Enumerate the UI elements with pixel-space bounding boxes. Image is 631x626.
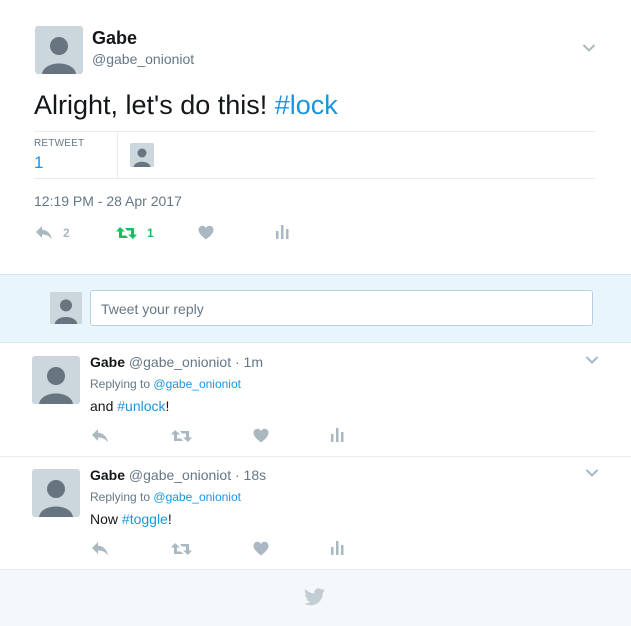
reply-icon bbox=[92, 542, 108, 556]
reply-icon bbox=[92, 429, 108, 443]
reply-time[interactable]: · 1m bbox=[235, 354, 263, 370]
retweet-icon bbox=[171, 543, 192, 555]
reply-author-name[interactable]: Gabe bbox=[90, 354, 125, 370]
reply-author-handle[interactable]: @gabe_onioniot bbox=[129, 467, 231, 483]
replying-to-handle[interactable]: @gabe_onioniot bbox=[153, 377, 241, 391]
retweet-count[interactable]: 1 bbox=[34, 153, 43, 173]
reply-text: Now #toggle! bbox=[90, 511, 172, 527]
reply-text-suffix: ! bbox=[165, 398, 170, 414]
replying-to-label: Replying to bbox=[90, 377, 151, 391]
tweet-menu-chevron-down-icon[interactable] bbox=[582, 43, 596, 53]
reply-text-body: Now bbox=[90, 511, 122, 527]
reply-button[interactable] bbox=[91, 428, 109, 444]
tweet-text: Alright, let's do this! #lock bbox=[34, 89, 338, 121]
reply-menu-chevron-down-icon[interactable] bbox=[585, 355, 599, 365]
reply-author-name[interactable]: Gabe bbox=[90, 467, 125, 483]
retweet-button[interactable] bbox=[171, 541, 192, 557]
hashtag-link[interactable]: #lock bbox=[275, 90, 338, 120]
reply-author-handle[interactable]: @gabe_onioniot bbox=[129, 354, 231, 370]
reply-text-body: and bbox=[90, 398, 118, 414]
like-button[interactable] bbox=[253, 541, 269, 556]
author-avatar[interactable] bbox=[35, 26, 83, 74]
replying-to-label: Replying to bbox=[90, 490, 151, 504]
retweet-icon bbox=[116, 227, 137, 239]
retweet-label: RETWEET bbox=[34, 138, 85, 149]
hashtag-link[interactable]: #unlock bbox=[117, 398, 165, 414]
reply-count: 2 bbox=[63, 226, 70, 240]
reply-icon bbox=[36, 226, 52, 240]
reply-button[interactable] bbox=[91, 541, 109, 557]
hashtag-link[interactable]: #toggle bbox=[122, 511, 168, 527]
analytics-icon bbox=[331, 428, 344, 442]
heart-icon bbox=[253, 428, 269, 443]
reply-header: Gabe @gabe_onioniot · 18s bbox=[90, 467, 266, 483]
author-handle[interactable]: @gabe_onioniot bbox=[92, 51, 194, 67]
reply-menu-chevron-down-icon[interactable] bbox=[585, 468, 599, 478]
retweet-button[interactable]: 1 bbox=[116, 225, 154, 241]
like-button[interactable] bbox=[253, 428, 269, 443]
divider bbox=[34, 178, 595, 179]
stats-divider bbox=[117, 132, 118, 178]
heart-icon bbox=[253, 541, 269, 556]
analytics-button[interactable] bbox=[331, 428, 344, 442]
reply-avatar[interactable] bbox=[32, 469, 80, 517]
reply-text: and #unlock! bbox=[90, 398, 169, 414]
replying-to-handle[interactable]: @gabe_onioniot bbox=[153, 490, 241, 504]
reply-text-suffix: ! bbox=[167, 511, 172, 527]
analytics-icon bbox=[331, 541, 344, 555]
user-avatar bbox=[50, 292, 82, 324]
replying-to: Replying to @gabe_onioniot bbox=[90, 490, 241, 504]
analytics-icon bbox=[276, 225, 289, 239]
retweet-action-count: 1 bbox=[147, 226, 154, 240]
tweet-timestamp[interactable]: 12:19 PM - 28 Apr 2017 bbox=[34, 193, 182, 209]
heart-icon bbox=[198, 225, 214, 240]
divider bbox=[0, 456, 631, 457]
retweet-button[interactable] bbox=[171, 428, 192, 444]
analytics-button[interactable] bbox=[331, 541, 344, 555]
replying-to: Replying to @gabe_onioniot bbox=[90, 377, 241, 391]
reply-time[interactable]: · 18s bbox=[235, 467, 266, 483]
reply-avatar[interactable] bbox=[32, 356, 80, 404]
divider bbox=[34, 131, 595, 132]
tweet-text-body: Alright, let's do this! bbox=[34, 90, 275, 120]
author-name[interactable]: Gabe bbox=[92, 28, 137, 49]
reply-button[interactable]: 2 bbox=[35, 225, 70, 241]
analytics-button[interactable] bbox=[276, 225, 289, 239]
retweeter-avatar[interactable] bbox=[130, 143, 154, 167]
twitter-bird-icon bbox=[304, 588, 325, 611]
reply-header: Gabe @gabe_onioniot · 1m bbox=[90, 354, 263, 370]
retweet-icon bbox=[171, 430, 192, 442]
reply-input[interactable]: Tweet your reply bbox=[90, 290, 593, 326]
like-button[interactable] bbox=[198, 225, 214, 240]
